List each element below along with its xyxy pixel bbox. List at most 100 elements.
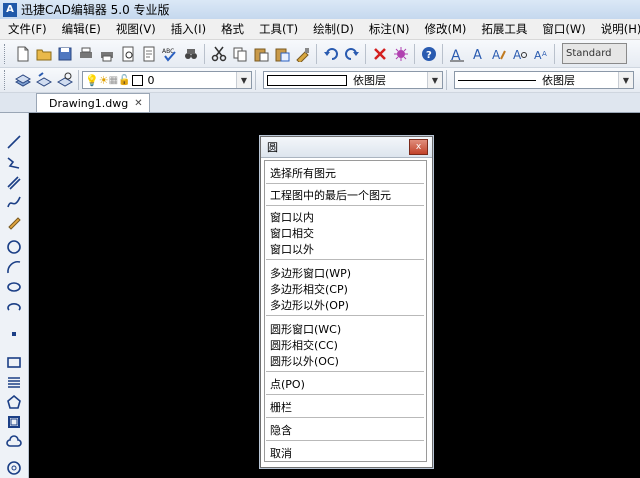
- layer-lock-icon: 🔓: [118, 74, 131, 86]
- close-icon[interactable]: ✕: [134, 98, 142, 109]
- find-text-icon[interactable]: A: [510, 44, 529, 63]
- redo-icon[interactable]: [342, 44, 361, 63]
- ellipse-icon[interactable]: [4, 278, 24, 296]
- revision-cloud-icon[interactable]: [4, 433, 24, 451]
- svg-text:A: A: [542, 50, 547, 58]
- option-polygon-crossing[interactable]: 多边形相交(CP): [270, 281, 348, 297]
- toolbar-separator: [255, 70, 256, 90]
- explode-icon[interactable]: [391, 44, 410, 63]
- edit-text-icon[interactable]: A: [489, 44, 508, 63]
- layer-dropdown[interactable]: 💡 ☀ ▦ 🔓 0 ▼: [82, 71, 252, 89]
- color-swatch: [267, 74, 347, 86]
- svg-text:A: A: [473, 48, 482, 62]
- scale-text-icon[interactable]: AA: [531, 44, 550, 63]
- toolbar-separator: [365, 43, 366, 64]
- option-window-inside[interactable]: 窗口以内: [270, 209, 314, 225]
- text-style-selector[interactable]: Standard: [562, 43, 627, 64]
- ellipse-arc-icon[interactable]: [4, 298, 24, 316]
- linetype-dropdown[interactable]: 依图层 ▼: [454, 71, 634, 89]
- find-icon[interactable]: [181, 44, 200, 63]
- toolbar-grip[interactable]: [4, 43, 8, 64]
- layer-on-icon: 💡: [85, 73, 99, 87]
- option-window-crossing[interactable]: 窗口相交: [270, 225, 314, 241]
- new-file-icon[interactable]: [13, 44, 32, 63]
- layer-manager-icon[interactable]: [13, 71, 32, 90]
- cut-icon[interactable]: [209, 44, 228, 63]
- layer-color-swatch: [132, 74, 144, 86]
- arc-icon[interactable]: [4, 258, 24, 276]
- toolbar-separator: [554, 43, 555, 64]
- spell-check-icon[interactable]: ABC: [160, 44, 179, 63]
- menu-insert[interactable]: 插入(I): [163, 21, 213, 37]
- menu-help[interactable]: 说明(H): [593, 21, 640, 37]
- divider: [266, 440, 424, 441]
- menu-file[interactable]: 文件(F): [0, 21, 54, 37]
- match-properties-icon[interactable]: [293, 44, 312, 63]
- erase-icon[interactable]: [370, 44, 389, 63]
- option-last-entity[interactable]: 工程图中的最后一个图元: [270, 187, 391, 203]
- menu-edit[interactable]: 编辑(E): [54, 21, 108, 37]
- chevron-down-icon[interactable]: ▼: [427, 72, 442, 88]
- print-preview-icon[interactable]: [97, 44, 116, 63]
- option-implied[interactable]: 隐含: [270, 422, 292, 438]
- option-circle-outside[interactable]: 圆形以外(OC): [270, 353, 339, 369]
- toolbar-separator: [446, 70, 447, 90]
- multiline-icon[interactable]: [4, 173, 24, 191]
- page-setup-icon[interactable]: [118, 44, 137, 63]
- menu-draw[interactable]: 绘制(D): [305, 21, 361, 37]
- toolbar-grip[interactable]: [4, 70, 8, 90]
- print-icon[interactable]: [76, 44, 95, 63]
- sketch-icon[interactable]: [4, 213, 24, 231]
- linetype-value: 依图层: [542, 74, 575, 87]
- option-cancel[interactable]: 取消: [270, 445, 292, 461]
- tab-drawing1[interactable]: Drawing1.dwg ✕: [36, 93, 150, 112]
- chevron-down-icon[interactable]: ▼: [236, 72, 251, 88]
- option-select-all[interactable]: 选择所有图元: [270, 165, 336, 181]
- menu-modify[interactable]: 修改(M): [416, 21, 473, 37]
- layer-state-icon[interactable]: [55, 71, 74, 90]
- single-line-text-icon[interactable]: A: [468, 44, 487, 63]
- menu-dimension[interactable]: 标注(N): [361, 21, 417, 37]
- layer-previous-icon[interactable]: [34, 71, 53, 90]
- close-icon[interactable]: x: [409, 139, 428, 155]
- option-circle-crossing[interactable]: 圆形相交(CC): [270, 337, 338, 353]
- option-point[interactable]: 点(PO): [270, 376, 305, 392]
- open-file-icon[interactable]: [34, 44, 53, 63]
- color-value: 依图层: [353, 74, 386, 87]
- text-style-icon[interactable]: A: [447, 44, 466, 63]
- menu-tools[interactable]: 工具(T): [251, 21, 305, 37]
- save-icon[interactable]: [55, 44, 74, 63]
- divider: [266, 259, 424, 260]
- option-polygon-outside[interactable]: 多边形以外(OP): [270, 297, 349, 313]
- region-icon[interactable]: [4, 413, 24, 431]
- undo-icon[interactable]: [321, 44, 340, 63]
- dialog-title-bar[interactable]: 圆 x: [261, 137, 432, 158]
- svg-text:A: A: [492, 48, 501, 62]
- option-polygon-window[interactable]: 多边形窗口(WP): [270, 265, 351, 281]
- plot-icon[interactable]: [139, 44, 158, 63]
- color-dropdown[interactable]: 依图层 ▼: [263, 71, 443, 89]
- chevron-down-icon[interactable]: ▼: [618, 72, 633, 88]
- layer-freeze-icon: ☀: [98, 73, 109, 87]
- paste-icon[interactable]: [251, 44, 270, 63]
- rectangle-icon[interactable]: [4, 353, 24, 371]
- spline-icon[interactable]: [4, 193, 24, 211]
- circle-icon[interactable]: [4, 238, 24, 256]
- menu-extensions[interactable]: 拓展工具: [473, 21, 534, 37]
- copy-icon[interactable]: [230, 44, 249, 63]
- option-window-outside[interactable]: 窗口以外: [270, 241, 314, 257]
- polyline-icon[interactable]: [4, 153, 24, 171]
- window-title: 迅捷CAD编辑器 5.0 专业版: [21, 3, 170, 17]
- option-fence[interactable]: 栅栏: [270, 399, 292, 415]
- polygon-icon[interactable]: [4, 393, 24, 411]
- line-icon[interactable]: [4, 133, 24, 151]
- menu-window[interactable]: 窗口(W): [534, 21, 592, 37]
- donut-icon[interactable]: [4, 459, 24, 477]
- paste-special-icon[interactable]: [272, 44, 291, 63]
- menu-view[interactable]: 视图(V): [108, 21, 163, 37]
- menu-format[interactable]: 格式: [213, 21, 251, 37]
- option-circle-window[interactable]: 圆形窗口(WC): [270, 321, 341, 337]
- point-icon[interactable]: [4, 325, 24, 343]
- hatch-icon[interactable]: [4, 373, 24, 391]
- help-icon[interactable]: ?: [419, 44, 438, 63]
